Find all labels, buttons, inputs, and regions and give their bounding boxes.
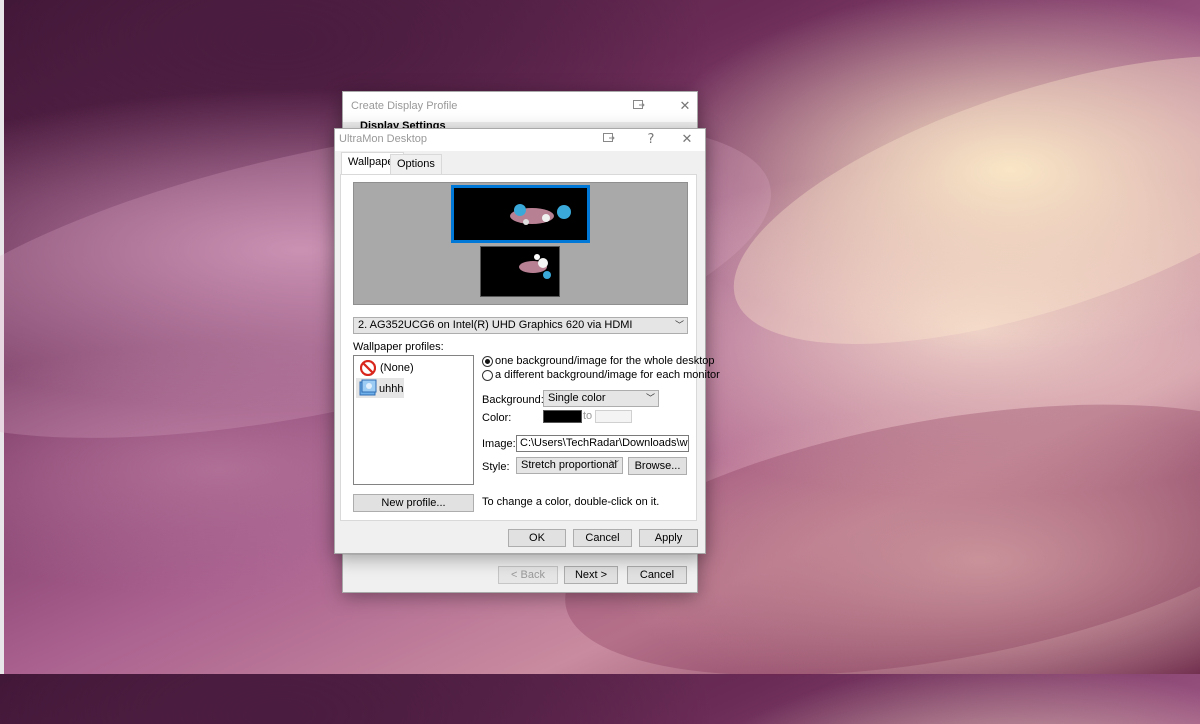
chevron-down-icon: ﹀ [645, 393, 655, 403]
cancel-button[interactable]: Cancel [573, 529, 632, 547]
titlebar: UltraMon Desktop ? ✕ [335, 129, 705, 151]
color-label: Color: [482, 412, 512, 424]
restore-icon[interactable] [599, 131, 619, 149]
style-select-value: Stretch proportional [521, 459, 617, 471]
color-to-label: to [583, 410, 593, 422]
image-path-input[interactable]: C:\Users\TechRadar\Downloads\wallpaper [516, 435, 689, 452]
close-icon[interactable]: ✕ [677, 131, 697, 149]
monitor-select[interactable]: 2. AG352UCG6 on Intel(R) UHD Graphics 62… [353, 317, 688, 334]
list-item-label: uhhh [379, 383, 404, 395]
help-icon[interactable]: ? [641, 131, 661, 149]
wallpaper-profile-icon [359, 379, 377, 400]
list-item[interactable]: (None) [356, 358, 456, 378]
dialog-title: UltraMon Desktop [339, 133, 428, 145]
wallpaper-wave [701, 0, 1200, 404]
background-select-value: Single color [548, 392, 606, 404]
list-item[interactable]: uhhh [356, 378, 404, 398]
color-primary-swatch[interactable] [543, 410, 582, 423]
adjacent-window-edge [0, 0, 4, 674]
wallpaper-profiles-label: Wallpaper profiles: [353, 341, 444, 353]
no-entry-icon [359, 359, 377, 379]
background-label: Background: [482, 394, 544, 406]
wallpaper-tab-panel: 2. AG352UCG6 on Intel(R) UHD Graphics 62… [340, 174, 720, 521]
restore-icon[interactable] [629, 98, 649, 116]
list-item-label: (None) [380, 362, 414, 374]
image-label: Image: [482, 438, 516, 450]
titlebar: Create Display Profile ✕ [343, 92, 697, 122]
browse-button[interactable]: Browse... [628, 457, 687, 475]
monitor-preview [353, 182, 688, 305]
radio-whole-desktop[interactable] [482, 356, 493, 367]
radio-each-monitor-label[interactable]: a different background/image for each mo… [495, 369, 720, 381]
close-icon[interactable]: ✕ [675, 98, 695, 116]
back-button[interactable]: < Back [498, 566, 558, 584]
monitor-2-thumbnail[interactable] [480, 246, 560, 297]
chevron-down-icon: ﹀ [674, 320, 684, 330]
monitor-select-value: 2. AG352UCG6 on Intel(R) UHD Graphics 62… [358, 319, 633, 331]
radio-whole-desktop-label[interactable]: one background/image for the whole deskt… [495, 355, 715, 367]
background-select[interactable]: Single color ﹀ [543, 390, 659, 407]
cancel-button[interactable]: Cancel [627, 566, 687, 584]
ok-button[interactable]: OK [508, 529, 566, 547]
next-button[interactable]: Next > [564, 566, 618, 584]
color-secondary-swatch[interactable] [595, 410, 632, 423]
style-label: Style: [482, 461, 510, 473]
divider [343, 554, 697, 555]
new-profile-button[interactable]: New profile... [353, 494, 474, 512]
style-select[interactable]: Stretch proportional ﹀ [516, 457, 623, 474]
radio-each-monitor[interactable] [482, 370, 493, 381]
apply-button[interactable]: Apply [639, 529, 698, 547]
chevron-down-icon: ﹀ [609, 460, 619, 470]
wallpaper-profiles-list[interactable]: (None) uhhh [353, 355, 474, 485]
hint-text: To change a color, double-click on it. [482, 496, 660, 508]
wallpaper-splash-icon [519, 254, 551, 279]
wallpaper-splash-icon [510, 204, 571, 225]
window-title: Create Display Profile [351, 100, 458, 112]
monitor-1-thumbnail[interactable] [451, 185, 590, 243]
tab-options[interactable]: Options [390, 154, 442, 174]
